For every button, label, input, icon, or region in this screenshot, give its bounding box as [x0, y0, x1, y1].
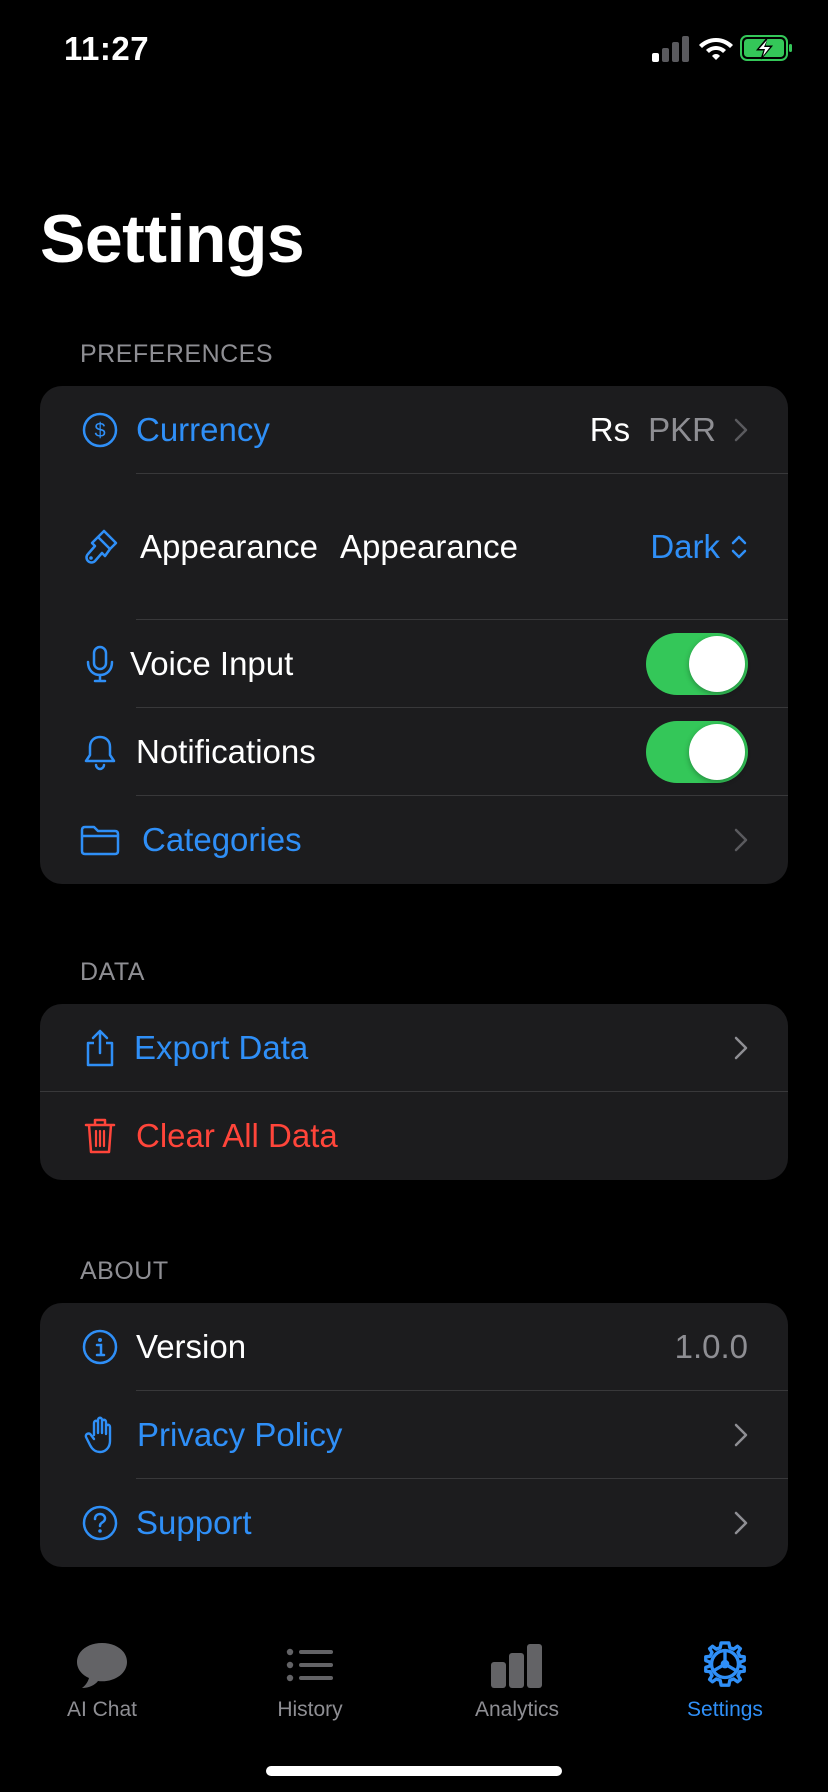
list-icon: [286, 1648, 333, 1682]
status-bar: 11:27: [0, 0, 828, 100]
appearance-label: Appearance: [140, 528, 318, 565]
status-time: 11:27: [64, 30, 150, 67]
categories-label: Categories: [142, 821, 302, 858]
chevron-right-icon: [734, 418, 748, 442]
battery-charging-icon: [740, 35, 792, 61]
chevron-right-icon: [734, 1423, 748, 1447]
tab-ai-chat[interactable]: AI Chat: [22, 1640, 182, 1722]
tab-history[interactable]: History: [230, 1640, 390, 1722]
appearance-row[interactable]: Appearance Appearance Dark: [40, 474, 788, 620]
preferences-card: $ Currency Rs PKR Appearance Appearance …: [40, 386, 788, 884]
chevron-right-icon: [734, 1511, 748, 1535]
version-value: 1.0.0: [674, 1328, 748, 1365]
home-indicator: [266, 1766, 562, 1776]
version-row: Version 1.0.0: [40, 1303, 788, 1391]
folder-icon: [80, 796, 120, 884]
section-header-preferences: PREFERENCES: [80, 340, 274, 368]
section-header-data: DATA: [80, 958, 145, 986]
categories-row[interactable]: Categories: [40, 796, 788, 884]
share-icon: [80, 1004, 120, 1092]
dollar-circle-icon: $: [80, 386, 120, 474]
notifications-toggle[interactable]: [646, 721, 748, 783]
notifications-label: Notifications: [136, 733, 316, 770]
svg-text:$: $: [94, 420, 105, 442]
tab-label: History: [277, 1698, 343, 1721]
section-header-about: ABOUT: [80, 1257, 169, 1285]
currency-row[interactable]: $ Currency Rs PKR: [40, 386, 788, 474]
export-data-row[interactable]: Export Data: [40, 1004, 788, 1092]
bar-chart-icon: [491, 1644, 542, 1688]
chat-bubble-icon: [77, 1643, 127, 1688]
hand-raised-icon: [80, 1391, 120, 1479]
privacy-policy-label: Privacy Policy: [137, 1416, 343, 1453]
support-row[interactable]: Support: [40, 1479, 788, 1567]
page-title: Settings: [40, 201, 305, 277]
currency-symbol: Rs: [589, 411, 631, 448]
tab-label: Settings: [687, 1698, 763, 1721]
voice-input-label: Voice Input: [130, 645, 294, 682]
data-card: Export Data Clear All Data: [40, 1004, 788, 1180]
voice-input-toggle[interactable]: [646, 633, 748, 695]
currency-label: Currency: [136, 411, 270, 448]
microphone-icon: [80, 620, 120, 708]
tab-label: AI Chat: [66, 1698, 138, 1721]
currency-code: PKR: [648, 411, 716, 448]
info-circle-icon: [80, 1303, 120, 1391]
clear-all-data-row[interactable]: Clear All Data: [40, 1092, 788, 1180]
voice-input-row: Voice Input: [40, 620, 788, 708]
notifications-row: Notifications: [40, 708, 788, 796]
bell-icon: [80, 708, 120, 796]
toggle-knob: [689, 724, 745, 780]
wifi-icon: [699, 38, 733, 60]
appearance-value: Dark: [650, 528, 720, 565]
gear-icon: [704, 1641, 746, 1687]
clear-all-data-label: Clear All Data: [136, 1117, 338, 1154]
chevron-right-icon: [734, 828, 748, 852]
question-circle-icon: [80, 1479, 120, 1567]
tab-label: Analytics: [474, 1698, 560, 1721]
chevron-up-down-icon: [731, 535, 747, 559]
appearance-picker[interactable]: Dark: [650, 474, 748, 620]
tab-settings[interactable]: Settings: [645, 1640, 805, 1722]
cellular-signal-icon: [652, 36, 689, 62]
appearance-picker-label: Appearance: [340, 528, 518, 565]
version-label: Version: [136, 1328, 247, 1365]
about-card: Version 1.0.0 Privacy Policy Support: [40, 1303, 788, 1567]
chevron-right-icon: [734, 1036, 748, 1060]
export-data-label: Export Data: [134, 1029, 309, 1066]
privacy-policy-row[interactable]: Privacy Policy: [40, 1391, 788, 1479]
tab-analytics[interactable]: Analytics: [437, 1640, 597, 1722]
paintbrush-icon: [80, 474, 120, 620]
toggle-knob: [689, 636, 745, 692]
support-label: Support: [136, 1504, 252, 1541]
trash-icon: [80, 1092, 120, 1180]
